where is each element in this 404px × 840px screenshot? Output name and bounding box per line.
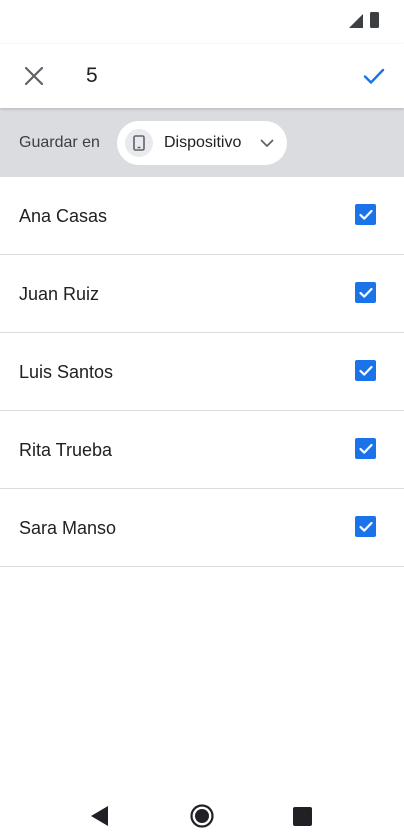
checkbox-checked-icon[interactable] [355, 204, 376, 225]
contact-row[interactable]: Rita Trueba [0, 411, 404, 489]
contact-name: Luis Santos [19, 362, 114, 382]
signal-icon [349, 14, 363, 28]
contact-list: Ana Casas Juan Ruiz Luis Santos Rita Tru… [0, 177, 404, 567]
checkbox-checked-icon[interactable] [355, 360, 376, 381]
checkbox-checked-icon[interactable] [355, 516, 376, 537]
save-location-label: Guardar en [19, 134, 100, 151]
status-bar [0, 0, 404, 44]
close-button[interactable] [14, 56, 54, 96]
back-icon[interactable] [90, 805, 110, 827]
checkbox-checked-icon[interactable] [355, 438, 376, 459]
checkbox-checked-icon[interactable] [355, 282, 376, 303]
system-nav-bar [0, 792, 404, 840]
app-bar: 5 [0, 44, 404, 108]
confirm-button[interactable] [354, 56, 394, 96]
contact-row[interactable]: Sara Manso [0, 489, 404, 567]
close-icon [25, 67, 43, 85]
chevron-down-icon [260, 139, 274, 147]
device-chip-label: Dispositivo [164, 134, 242, 151]
home-icon[interactable] [190, 804, 214, 828]
contact-name: Rita Trueba [19, 440, 113, 460]
smartphone-icon [125, 129, 153, 157]
contact-row[interactable]: Luis Santos [0, 333, 404, 411]
check-icon [363, 68, 385, 84]
contact-row[interactable]: Ana Casas [0, 177, 404, 255]
contact-name: Ana Casas [19, 206, 108, 226]
contact-name: Juan Ruiz [19, 284, 100, 304]
save-location-bar: Guardar en Dispositivo [0, 108, 404, 177]
recents-icon[interactable] [293, 807, 312, 826]
battery-icon [370, 12, 379, 28]
contact-name: Sara Manso [19, 518, 117, 538]
device-selector-chip[interactable]: Dispositivo [117, 121, 287, 165]
selected-count: 5 [86, 64, 98, 87]
contact-row[interactable]: Juan Ruiz [0, 255, 404, 333]
